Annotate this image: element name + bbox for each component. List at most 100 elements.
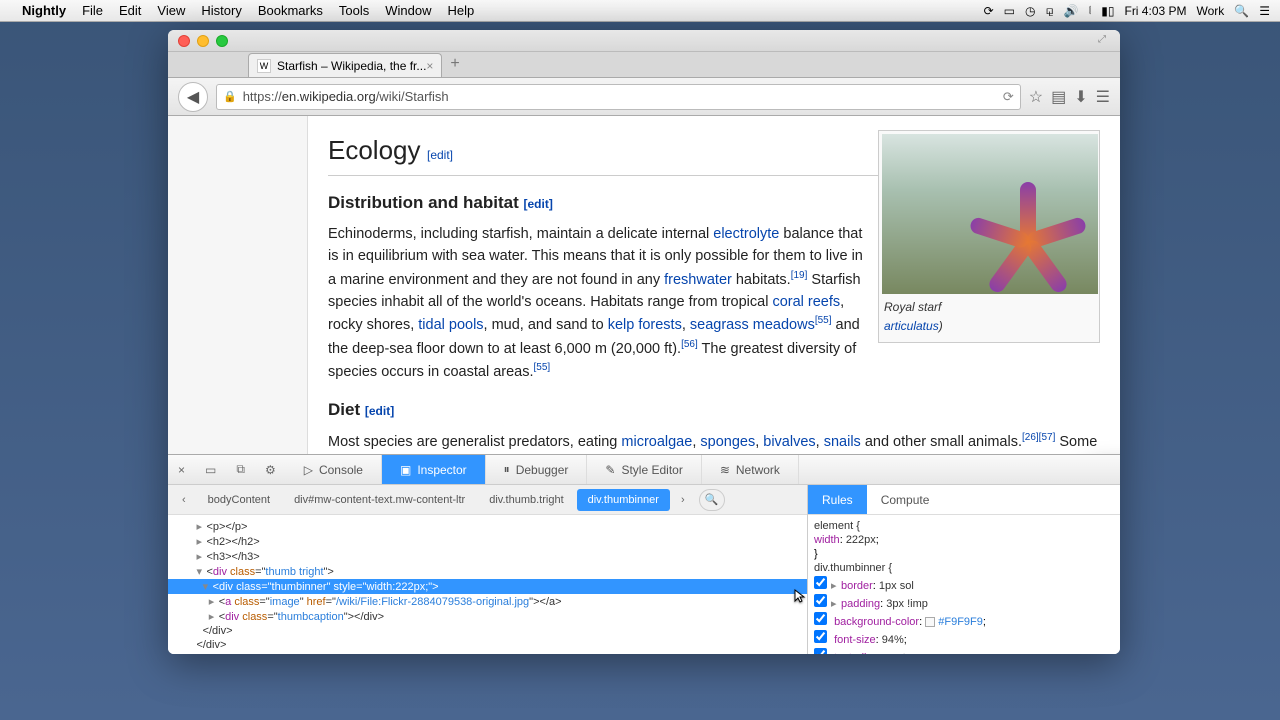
menubar-spotlight-icon[interactable]: 🔍	[1234, 4, 1249, 18]
back-button[interactable]: ◀	[178, 82, 208, 112]
reload-icon[interactable]: ⟳	[1003, 89, 1014, 105]
computed-tab[interactable]: Compute	[867, 485, 944, 514]
tab-inspector[interactable]: ▣Inspector	[382, 455, 486, 484]
menubar-wifi-icon[interactable]: ⧙	[1089, 3, 1092, 18]
rule-toggle[interactable]	[814, 612, 827, 625]
breadcrumb-item[interactable]: bodyContent	[197, 489, 281, 511]
menubar-battery-icon[interactable]: ▮▯	[1101, 4, 1114, 18]
devtools-close-icon[interactable]: ×	[168, 463, 195, 477]
menubar-notifications-icon[interactable]: ☰	[1259, 4, 1270, 18]
link-kelp-forests[interactable]: kelp forests	[608, 317, 682, 333]
rules-tab[interactable]: Rules	[808, 485, 867, 514]
ref-55[interactable]: [55]	[815, 315, 832, 326]
ref-26[interactable]: [26]	[1022, 432, 1039, 443]
fullscreen-icon[interactable]: ⤢	[1098, 34, 1112, 48]
css-rules[interactable]: element { width: 222px; } div.thumbinner…	[808, 515, 1120, 654]
app-menu[interactable]: Nightly	[22, 3, 66, 18]
link-coral-reefs[interactable]: coral reefs	[772, 294, 840, 310]
breadcrumb-item[interactable]: div#mw-content-text.mw-content-ltr	[283, 489, 476, 511]
devtools-dock-icon[interactable]: ▭	[195, 463, 226, 477]
devtools-settings-icon[interactable]: ⚙	[255, 463, 286, 477]
link-seagrass[interactable]: seagrass meadows	[690, 317, 815, 333]
pocket-icon[interactable]: ▤	[1051, 87, 1066, 107]
link-snails[interactable]: snails	[824, 433, 861, 449]
ref-19[interactable]: [19]	[791, 270, 808, 281]
browser-tab[interactable]: W Starfish – Wikipedia, the fr... ×	[248, 53, 442, 77]
url-path: /wiki/Starfish	[376, 89, 449, 104]
hamburger-menu-icon[interactable]: ☰	[1096, 87, 1110, 107]
menu-bookmarks[interactable]: Bookmarks	[258, 3, 323, 18]
network-icon: ≋	[720, 463, 730, 477]
tab-console[interactable]: ▷Console	[286, 455, 382, 484]
ref-56[interactable]: [56]	[681, 339, 698, 350]
minimize-window-button[interactable]	[197, 35, 209, 47]
nav-toolbar: ◀ 🔒 https://en.wikipedia.org/wiki/Starfi…	[168, 78, 1120, 116]
rule-toggle[interactable]	[814, 576, 827, 589]
ref-55b[interactable]: [55]	[534, 362, 551, 373]
breadcrumb-item-active[interactable]: div.thumbinner	[577, 489, 670, 511]
menu-window[interactable]: Window	[385, 3, 431, 18]
thumbnail-caption: Royal starf articulatus)	[882, 294, 1096, 339]
link-electrolyte[interactable]: electrolyte	[713, 226, 779, 242]
rule-toggle[interactable]	[814, 648, 827, 654]
edit-link[interactable]: [edit]	[365, 404, 394, 418]
menu-file[interactable]: File	[82, 3, 103, 18]
thumbnail-image[interactable]	[882, 134, 1098, 294]
dom-selected-node[interactable]: ▾<div class="thumbinner" style="width:22…	[168, 579, 807, 594]
new-tab-button[interactable]: +	[450, 55, 459, 73]
menubar-display-icon[interactable]: ▭	[1004, 4, 1015, 18]
devtools-rules-pane: Rules Compute element { width: 222px; } …	[808, 485, 1120, 654]
close-tab-icon[interactable]: ×	[426, 59, 433, 73]
breadcrumb-left-icon[interactable]: ‹	[172, 494, 196, 506]
menubar-timemachine-icon[interactable]: ◷	[1025, 4, 1035, 18]
link-freshwater[interactable]: freshwater	[664, 271, 732, 287]
content-area: Royal starf articulatus) Ecology [edit] …	[168, 116, 1120, 454]
tab-network[interactable]: ≋Network	[702, 455, 799, 484]
zoom-window-button[interactable]	[216, 35, 228, 47]
bookmark-star-icon[interactable]: ☆	[1029, 87, 1043, 107]
macos-menubar: Nightly File Edit View History Bookmarks…	[0, 0, 1280, 22]
rule-toggle[interactable]	[814, 630, 827, 643]
close-window-button[interactable]	[178, 35, 190, 47]
devtools-panel: × ▭ ⧉ ⚙ ▷Console ▣Inspector ⏸Debugger ✎S…	[168, 454, 1120, 654]
devtools-popout-icon[interactable]: ⧉	[226, 462, 255, 477]
menubar-clock[interactable]: Fri 4:03 PM	[1124, 4, 1186, 18]
menubar-sync-icon[interactable]: ⟳	[984, 4, 994, 18]
link-bivalves[interactable]: bivalves	[763, 433, 815, 449]
breadcrumb-bar: ‹ bodyContent div#mw-content-text.mw-con…	[168, 485, 807, 515]
tabstrip: W Starfish – Wikipedia, the fr... × +	[168, 52, 1120, 78]
breadcrumb-right-icon[interactable]: ›	[671, 494, 695, 506]
titlebar[interactable]: ⤢	[168, 30, 1120, 52]
styleeditor-icon: ✎	[605, 463, 615, 477]
tab-debugger[interactable]: ⏸Debugger	[486, 455, 588, 484]
rule-toggle[interactable]	[814, 594, 827, 607]
edit-link[interactable]: [edit]	[524, 197, 553, 211]
menu-edit[interactable]: Edit	[119, 3, 141, 18]
edit-link[interactable]: [edit]	[427, 148, 453, 162]
downloads-icon[interactable]: ⬇	[1074, 87, 1087, 107]
breadcrumb-search-icon[interactable]: 🔍	[699, 489, 725, 511]
menu-history[interactable]: History	[201, 3, 241, 18]
color-swatch-icon[interactable]	[925, 617, 935, 627]
menu-view[interactable]: View	[157, 3, 185, 18]
ref-57[interactable]: [57]	[1039, 432, 1056, 443]
breadcrumb-item[interactable]: div.thumb.tright	[478, 489, 574, 511]
browser-window: ⤢ W Starfish – Wikipedia, the fr... × + …	[168, 30, 1120, 654]
link-tidal-pools[interactable]: tidal pools	[418, 317, 483, 333]
menu-tools[interactable]: Tools	[339, 3, 369, 18]
menubar-volume-icon[interactable]: 🔊	[1064, 4, 1079, 18]
wiki-sidebar	[168, 116, 308, 454]
url-scheme: https://	[243, 89, 282, 104]
article-body: Royal starf articulatus) Ecology [edit] …	[308, 116, 1120, 454]
menubar-user[interactable]: Work	[1197, 4, 1225, 18]
inspector-icon: ▣	[400, 463, 411, 477]
link-microalgae[interactable]: microalgae	[621, 433, 692, 449]
dom-tree[interactable]: ▸<p></p> ▸<h2></h2> ▸<h3></h3> ▾<div cla…	[168, 515, 807, 654]
menu-help[interactable]: Help	[447, 3, 474, 18]
menubar-bluetooth-icon[interactable]: ⚼	[1046, 3, 1054, 18]
url-bar[interactable]: 🔒 https://en.wikipedia.org/wiki/Starfish…	[216, 84, 1021, 110]
url-host: en.wikipedia.org	[282, 89, 376, 104]
tab-style-editor[interactable]: ✎Style Editor	[587, 455, 701, 484]
caption-link[interactable]: articulatus	[884, 319, 939, 333]
link-sponges[interactable]: sponges	[700, 433, 755, 449]
